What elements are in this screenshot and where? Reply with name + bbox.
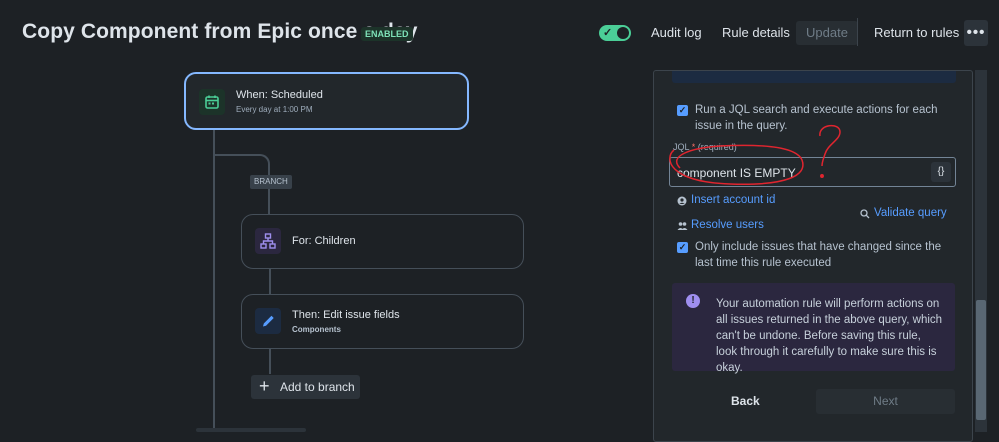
- jql-label-text: JQL: [673, 142, 690, 152]
- branch-label: BRANCH: [250, 175, 292, 189]
- header-divider: [857, 18, 858, 46]
- rule-enabled-toggle[interactable]: ✓: [599, 25, 631, 41]
- rule-title: Copy Component from Epic once a day: [22, 20, 418, 43]
- audit-log-button[interactable]: Audit log: [651, 21, 702, 45]
- user-circle-icon: [677, 196, 687, 206]
- only-changed-label: Only include issues that have changed si…: [695, 241, 942, 269]
- jql-input[interactable]: component IS EMPTY {}: [669, 157, 956, 187]
- insert-account-id-label: Insert account id: [691, 194, 776, 206]
- action-card[interactable]: Then: Edit issue fields Components: [241, 294, 524, 349]
- search-icon: [860, 209, 870, 219]
- toggle-knob: [617, 27, 629, 39]
- only-changed-checkbox[interactable]: ✓: [677, 242, 688, 253]
- trigger-card[interactable]: When: Scheduled Every day at 1:00 PM: [184, 72, 469, 130]
- return-to-rules-button[interactable]: Return to rules: [874, 21, 959, 45]
- trigger-subtitle: Every day at 1:00 PM: [236, 105, 313, 114]
- hierarchy-icon: [255, 228, 281, 254]
- update-button: Update: [796, 21, 858, 45]
- action-card-subtitle: Components: [292, 325, 341, 334]
- jql-required-text: (required): [697, 142, 737, 152]
- warning-message-text: Your automation rule will perform action…: [716, 298, 943, 374]
- info-icon: !: [686, 294, 700, 308]
- people-icon: [677, 222, 688, 230]
- jql-required-marker: *: [691, 142, 696, 152]
- branch-card[interactable]: For: Children: [241, 214, 524, 269]
- calendar-icon: [199, 89, 225, 115]
- add-to-branch-button[interactable]: + Add to branch: [251, 375, 360, 399]
- check-icon: ✓: [603, 27, 613, 39]
- jql-label: JQL * (required): [673, 142, 737, 152]
- rule-details-button[interactable]: Rule details: [722, 21, 790, 45]
- trigger-title: When: Scheduled: [236, 89, 323, 101]
- previous-section: [672, 71, 956, 83]
- branch-card-title: For: Children: [292, 235, 356, 247]
- run-jql-label: Run a JQL search and execute actions for…: [695, 104, 938, 132]
- pencil-icon: [255, 308, 281, 334]
- more-icon: •••: [966, 24, 986, 41]
- jql-input-value: component IS EMPTY: [677, 166, 796, 180]
- validate-query-label: Validate query: [874, 207, 947, 219]
- plus-icon: +: [259, 376, 270, 396]
- smart-values-button[interactable]: {}: [931, 162, 951, 182]
- next-button: Next: [816, 389, 955, 414]
- back-button[interactable]: Back: [731, 394, 760, 408]
- status-badge: ENABLED: [361, 27, 413, 41]
- more-actions-button[interactable]: •••: [964, 20, 988, 46]
- run-jql-checkbox[interactable]: ✓: [677, 105, 688, 116]
- resolve-users-label: Resolve users: [691, 219, 764, 231]
- warning-section-message: ! Your automation rule will perform acti…: [672, 283, 955, 374]
- panel-scrollbar-thumb[interactable]: [976, 300, 986, 420]
- add-to-branch-label: Add to branch: [280, 380, 355, 394]
- action-card-title: Then: Edit issue fields: [292, 309, 400, 321]
- next-step-stub: [196, 428, 306, 432]
